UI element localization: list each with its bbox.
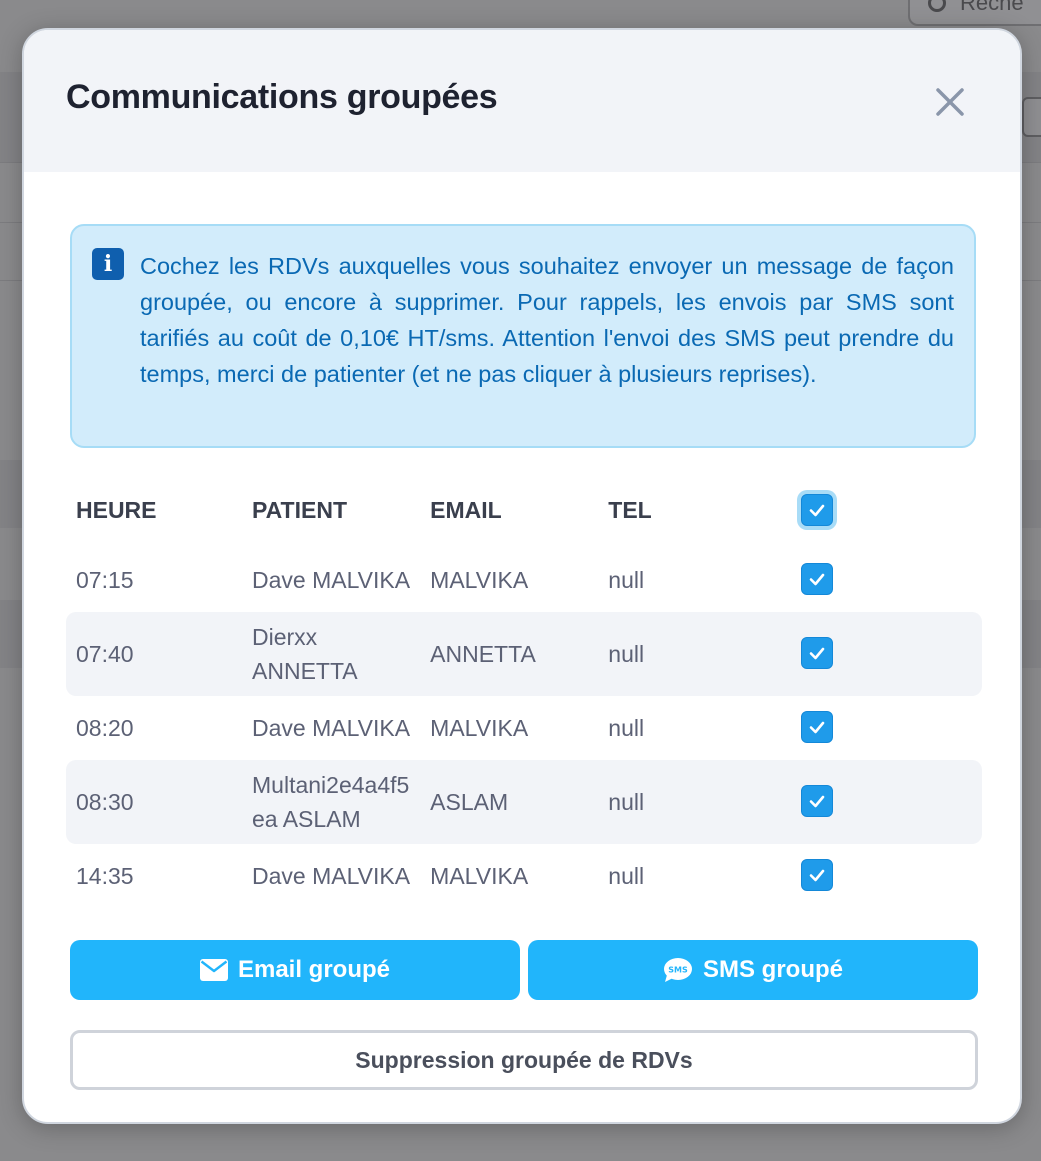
group-delete-button[interactable]: Suppression groupée de RDVs — [70, 1030, 978, 1090]
cell-heure: 08:20 — [76, 715, 134, 741]
cell-heure: 07:40 — [66, 612, 243, 696]
cell-email: MALVIKA — [430, 863, 529, 889]
cell-heure: 07:15 — [76, 567, 134, 593]
cell-select — [775, 548, 982, 612]
cell-email: MALVIKA — [430, 567, 529, 593]
modal-header: Communications groupées — [24, 30, 1020, 172]
appointments-table: HEURE PATIENT EMAIL TEL 07:15 Dave MALVI… — [66, 472, 982, 908]
cell-tel: null — [608, 567, 645, 593]
modal-title: Communications groupées — [66, 78, 498, 116]
cell-patient: Dave MALVIKA — [252, 715, 411, 741]
cell-patient: Dave MALVIKA — [252, 863, 411, 889]
cell-patient: Dierxx ANNETTA — [242, 612, 421, 696]
group-sms-button[interactable]: SMS SMS groupé — [528, 940, 978, 1000]
cell-email: ASLAM — [420, 760, 599, 844]
info-icon: i — [92, 248, 124, 280]
cell-select — [774, 612, 982, 696]
close-button[interactable] — [930, 82, 970, 122]
check-icon — [809, 504, 825, 517]
background-send-button — [1022, 97, 1041, 137]
check-icon — [809, 795, 825, 807]
check-icon — [809, 869, 825, 881]
table-header-row: HEURE PATIENT EMAIL TEL — [66, 472, 982, 548]
check-icon — [809, 721, 825, 733]
table-row: 08:30 Multani2e4a4f5ea ASLAM ASLAM null — [66, 760, 982, 844]
cell-tel: null — [598, 612, 775, 696]
header-select-all — [775, 472, 982, 548]
row-checkbox[interactable] — [800, 710, 833, 743]
header-email: EMAIL — [430, 496, 502, 523]
table-row: 14:35 Dave MALVIKA MALVIKA null — [66, 844, 982, 908]
background-search-text: Reche — [960, 0, 1024, 15]
cell-patient: Multani2e4a4f5ea ASLAM — [242, 760, 421, 844]
cell-patient: Dave MALVIKA — [252, 567, 411, 593]
header-patient: PATIENT — [252, 496, 347, 523]
row-checkbox[interactable] — [800, 562, 833, 595]
info-text: Cochez les RDVs auxquelles vous souhaite… — [140, 253, 954, 387]
group-sms-label: SMS groupé — [702, 956, 843, 983]
group-email-button[interactable]: Email groupé — [70, 940, 520, 1000]
check-icon — [809, 573, 825, 585]
table-row: 07:15 Dave MALVIKA MALVIKA null — [66, 548, 982, 612]
cell-tel: null — [608, 715, 645, 741]
group-communications-modal: Communications groupées i Cochez les RDV… — [22, 28, 1022, 1124]
cell-email: MALVIKA — [430, 715, 529, 741]
cell-tel: null — [598, 760, 775, 844]
group-email-label: Email groupé — [237, 956, 391, 983]
cell-tel: null — [608, 863, 645, 889]
cell-select — [775, 696, 982, 760]
row-checkbox[interactable] — [800, 858, 833, 891]
background-search-box: Reche — [908, 0, 1041, 26]
cell-heure: 08:30 — [66, 760, 243, 844]
cell-heure: 14:35 — [76, 863, 134, 889]
sms-bubble-icon: SMS — [663, 958, 692, 982]
table-row: 08:20 Dave MALVIKA MALVIKA null — [66, 696, 982, 760]
cell-select — [774, 760, 982, 844]
row-checkbox[interactable] — [800, 636, 833, 669]
cell-email: ANNETTA — [420, 612, 599, 696]
info-alert: i Cochez les RDVs auxquelles vous souhai… — [70, 224, 976, 448]
cell-select — [775, 844, 982, 908]
row-checkbox[interactable] — [800, 784, 833, 817]
envelope-icon — [199, 959, 228, 981]
table-row: 07:40 Dierxx ANNETTA ANNETTA null — [66, 612, 982, 696]
select-all-checkbox[interactable] — [800, 494, 833, 526]
check-icon — [809, 647, 825, 659]
header-heure: HEURE — [76, 496, 157, 523]
header-tel: TEL — [608, 496, 652, 523]
search-icon — [928, 0, 946, 12]
sms-icon-text: SMS — [668, 966, 688, 975]
close-icon — [936, 88, 964, 116]
